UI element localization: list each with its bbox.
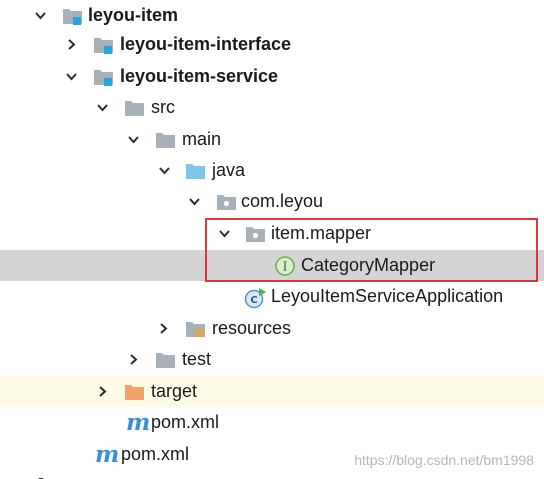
maven-glyph: m (95, 441, 120, 468)
tree-node-src[interactable]: src (0, 92, 544, 123)
tree-node-item-mapper[interactable]: item.mapper (0, 218, 544, 249)
spring-boot-class-icon: C (244, 287, 266, 309)
tree-node-label: resources (212, 318, 292, 338)
chevron-down-icon[interactable] (128, 134, 139, 145)
tree-node-leyou-item-interface[interactable]: leyou-item-interface (0, 29, 544, 60)
tree-node-label: LeyouItemServiceApplication (271, 286, 504, 306)
interface-glyph: I (283, 260, 288, 274)
tree-node-label: CategoryMapper (301, 255, 436, 275)
module-folder-icon (93, 35, 113, 55)
folder-icon (155, 350, 175, 370)
chevron-right-icon[interactable] (128, 354, 139, 365)
tree-node-label: com.leyou (241, 191, 324, 211)
source-root-folder-icon (185, 161, 205, 181)
tree-node-java[interactable]: java (0, 155, 544, 186)
chevron-right-icon[interactable] (66, 39, 77, 50)
package-icon (216, 192, 236, 212)
tree-node-pom-xml-service[interactable]: m pom.xml (0, 407, 544, 438)
tree-node-label: src (151, 97, 175, 117)
tree-node-category-mapper[interactable]: I CategoryMapper (0, 250, 544, 281)
tree-node-main[interactable]: main (0, 124, 544, 155)
tree-node-leyou-item-service-application[interactable]: C LeyouItemServiceApplication (0, 281, 544, 312)
module-folder-icon (93, 67, 113, 87)
tree-node-label: target (151, 381, 198, 401)
tree-node-label: leyou-item (88, 5, 179, 25)
tree-node-com-leyou[interactable]: com.leyou (0, 186, 544, 217)
chevron-down-icon[interactable] (219, 228, 230, 239)
tree-node-test[interactable]: test (0, 344, 544, 375)
tree-node-label: leyou-item-interface (120, 34, 292, 54)
tree-row-cutoff (0, 472, 544, 479)
interface-icon: I (275, 256, 295, 276)
tree-node-label: leyou-item-service (120, 66, 279, 86)
svg-text:C: C (250, 295, 257, 306)
chevron-right-icon[interactable] (97, 386, 108, 397)
resources-folder-icon (185, 319, 205, 339)
chevron-down-icon[interactable] (97, 102, 108, 113)
maven-icon: m (126, 411, 150, 434)
tree-node-target[interactable]: target (0, 376, 544, 407)
chevron-down-icon[interactable] (35, 10, 46, 21)
maven-glyph: m (126, 409, 151, 436)
tree-node-resources[interactable]: resources (0, 313, 544, 344)
chevron-down-icon[interactable] (66, 71, 77, 82)
folder-icon (124, 98, 144, 118)
chevron-down-icon[interactable] (159, 165, 170, 176)
tree-node-label: pom.xml (121, 444, 190, 464)
chevron-right-icon[interactable] (158, 323, 169, 334)
tree-node-label: java (212, 160, 246, 180)
tree-node-leyou-item-service[interactable]: leyou-item-service (0, 61, 544, 92)
excluded-folder-icon (124, 382, 144, 402)
tree-node-label: main (182, 129, 222, 149)
tree-node-label: test (182, 349, 212, 369)
package-icon (245, 224, 265, 244)
maven-icon: m (95, 443, 119, 466)
project-tree: leyou-item leyou-item-interface leyou-it… (0, 0, 544, 479)
tree-node-label: pom.xml (151, 412, 220, 432)
chevron-down-icon[interactable] (189, 196, 200, 207)
tree-node-label: item.mapper (271, 223, 372, 243)
folder-icon (155, 130, 175, 150)
module-folder-icon (62, 6, 82, 26)
tree-node-leyou-item[interactable]: leyou-item (0, 0, 544, 31)
watermark: https://blog.csdn.net/bm1998 (354, 452, 534, 468)
